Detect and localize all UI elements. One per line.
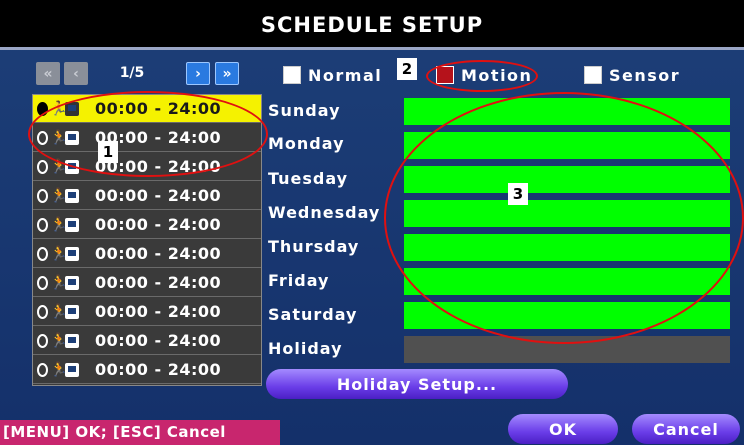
normal-record-icon [37,333,48,348]
time-slot-10[interactable]: 🏃 00:00 - 24:00 [33,356,261,384]
normal-checkbox[interactable] [283,66,301,84]
motion-icon: 🏃 [50,303,68,320]
schedule-setup-screen: SCHEDULE SETUP « ‹ 1/5 › » 🏃 00:00 - 24:0… [0,0,744,445]
time-slot-8[interactable]: 🏃 00:00 - 24:00 [33,298,261,326]
time-range: 00:00 - 24:00 [95,331,222,350]
time-range: 00:00 - 24:00 [95,244,222,263]
double-right-arrow-icon: » [222,65,232,82]
cancel-button[interactable]: Cancel [632,414,740,444]
time-range: 00:00 - 24:00 [95,360,222,379]
annotation-number-3: 3 [508,183,528,205]
annotation-ellipse-3 [384,92,744,344]
time-range: 00:00 - 24:00 [95,215,222,234]
day-label-monday: Monday [268,134,345,153]
normal-record-icon [37,188,48,203]
sensor-icon [65,304,79,319]
day-label-sunday: Sunday [268,101,341,120]
ok-button[interactable]: OK [508,414,618,444]
motion-icon: 🏃 [50,187,68,204]
day-label-thursday: Thursday [268,237,360,256]
day-label-wednesday: Wednesday [268,203,381,222]
motion-icon: 🏃 [50,216,68,233]
next-page-button[interactable]: › [186,62,210,85]
normal-record-icon [37,246,48,261]
right-arrow-icon: › [195,65,201,82]
time-slot-5[interactable]: 🏃 00:00 - 24:00 [33,211,261,239]
left-arrow-icon: ‹ [73,65,79,82]
time-slot-6[interactable]: 🏃 00:00 - 24:00 [33,240,261,268]
key-hint: [MENU] OK; [ESC] Cancel [0,420,280,445]
time-range: 00:00 - 24:00 [95,302,222,321]
day-label-holiday: Holiday [268,339,343,358]
motion-icon: 🏃 [50,332,68,349]
time-range: 00:00 - 24:00 [95,273,222,292]
sensor-checkbox[interactable] [584,66,602,84]
double-left-arrow-icon: « [43,65,53,82]
sensor-option[interactable]: Sensor [584,64,680,86]
day-label-saturday: Saturday [268,305,358,324]
normal-label: Normal [308,65,383,85]
normal-record-icon [37,159,48,174]
normal-record-icon [37,304,48,319]
sensor-icon [65,362,79,377]
annotation-number-2: 2 [397,58,417,80]
last-page-button[interactable]: » [215,62,239,85]
time-slot-7[interactable]: 🏃 00:00 - 24:00 [33,269,261,297]
sensor-icon [65,275,79,290]
holiday-setup-button[interactable]: Holiday Setup... [266,369,568,399]
title-bar: SCHEDULE SETUP [0,0,744,50]
time-slot-4[interactable]: 🏃 00:00 - 24:00 [33,182,261,210]
sensor-icon [65,246,79,261]
annotation-ellipse-2 [426,60,538,92]
page-indicator: 1/5 [119,65,145,81]
day-label-friday: Friday [268,271,330,290]
sensor-label: Sensor [609,65,681,85]
normal-record-icon [37,275,48,290]
motion-icon: 🏃 [50,361,68,378]
time-slot-9[interactable]: 🏃 00:00 - 24:00 [33,327,261,355]
normal-record-icon [37,362,48,377]
day-label-tuesday: Tuesday [268,169,349,188]
normal-option[interactable]: Normal [283,64,382,86]
annotation-number-1: 1 [98,141,118,163]
first-page-button[interactable]: « [36,62,60,85]
normal-record-icon [37,217,48,232]
prev-page-button[interactable]: ‹ [64,62,88,85]
annotation-ellipse-1 [28,91,268,177]
motion-icon: 🏃 [50,274,68,291]
sensor-icon [65,333,79,348]
sensor-icon [65,217,79,232]
time-range: 00:00 - 24:00 [95,186,222,205]
motion-icon: 🏃 [50,245,68,262]
page-title: SCHEDULE SETUP [260,13,484,37]
sensor-icon [65,188,79,203]
